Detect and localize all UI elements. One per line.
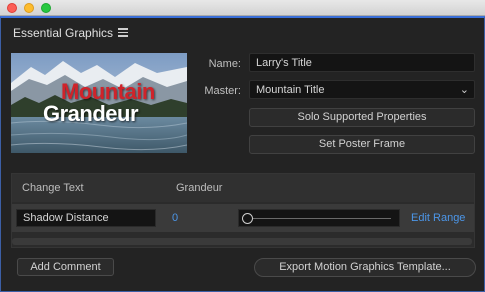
editable-properties-section: Change Text Grandeur Shadow Distance 0 E… xyxy=(11,173,475,248)
property-value[interactable]: 0 xyxy=(172,212,178,224)
change-text-value[interactable]: Grandeur xyxy=(176,182,222,194)
essential-graphics-panel: Essential Graphics Mountain Grandeur Nam… xyxy=(0,16,485,292)
export-motion-graphics-template-button[interactable]: Export Motion Graphics Template... xyxy=(254,258,476,277)
zoom-window-button[interactable] xyxy=(41,3,51,13)
solo-supported-properties-button[interactable]: Solo Supported Properties xyxy=(249,108,475,127)
name-label: Name: xyxy=(208,58,241,70)
property-slider[interactable] xyxy=(238,209,400,227)
master-label: Master: xyxy=(204,85,241,97)
set-poster-frame-button[interactable]: Set Poster Frame xyxy=(249,135,475,154)
slider-knob[interactable] xyxy=(242,213,253,224)
close-window-button[interactable] xyxy=(7,3,17,13)
preview-title-line2: Grandeur xyxy=(43,101,139,126)
change-text-label: Change Text xyxy=(22,182,84,194)
add-comment-button[interactable]: Add Comment xyxy=(17,258,114,276)
property-name-field[interactable]: Shadow Distance xyxy=(16,209,156,227)
chevron-down-icon: ⌄ xyxy=(459,84,469,96)
horizontal-scrollbar[interactable] xyxy=(12,238,472,245)
section-header: Change Text Grandeur xyxy=(12,174,474,202)
master-dropdown[interactable]: Mountain Title ⌄ xyxy=(249,80,475,99)
hamburger-menu-icon[interactable] xyxy=(118,28,128,37)
panel-title: Essential Graphics xyxy=(13,26,114,40)
title-preview-thumbnail: Mountain Grandeur xyxy=(11,53,187,153)
slider-track xyxy=(253,218,391,219)
edit-range-link[interactable]: Edit Range xyxy=(411,212,465,224)
name-field[interactable]: Larry's Title xyxy=(249,53,475,72)
master-dropdown-value: Mountain Title xyxy=(256,84,325,96)
minimize-window-button[interactable] xyxy=(24,3,34,13)
window-titlebar xyxy=(0,0,485,16)
property-row: Shadow Distance 0 Edit Range xyxy=(12,204,474,232)
